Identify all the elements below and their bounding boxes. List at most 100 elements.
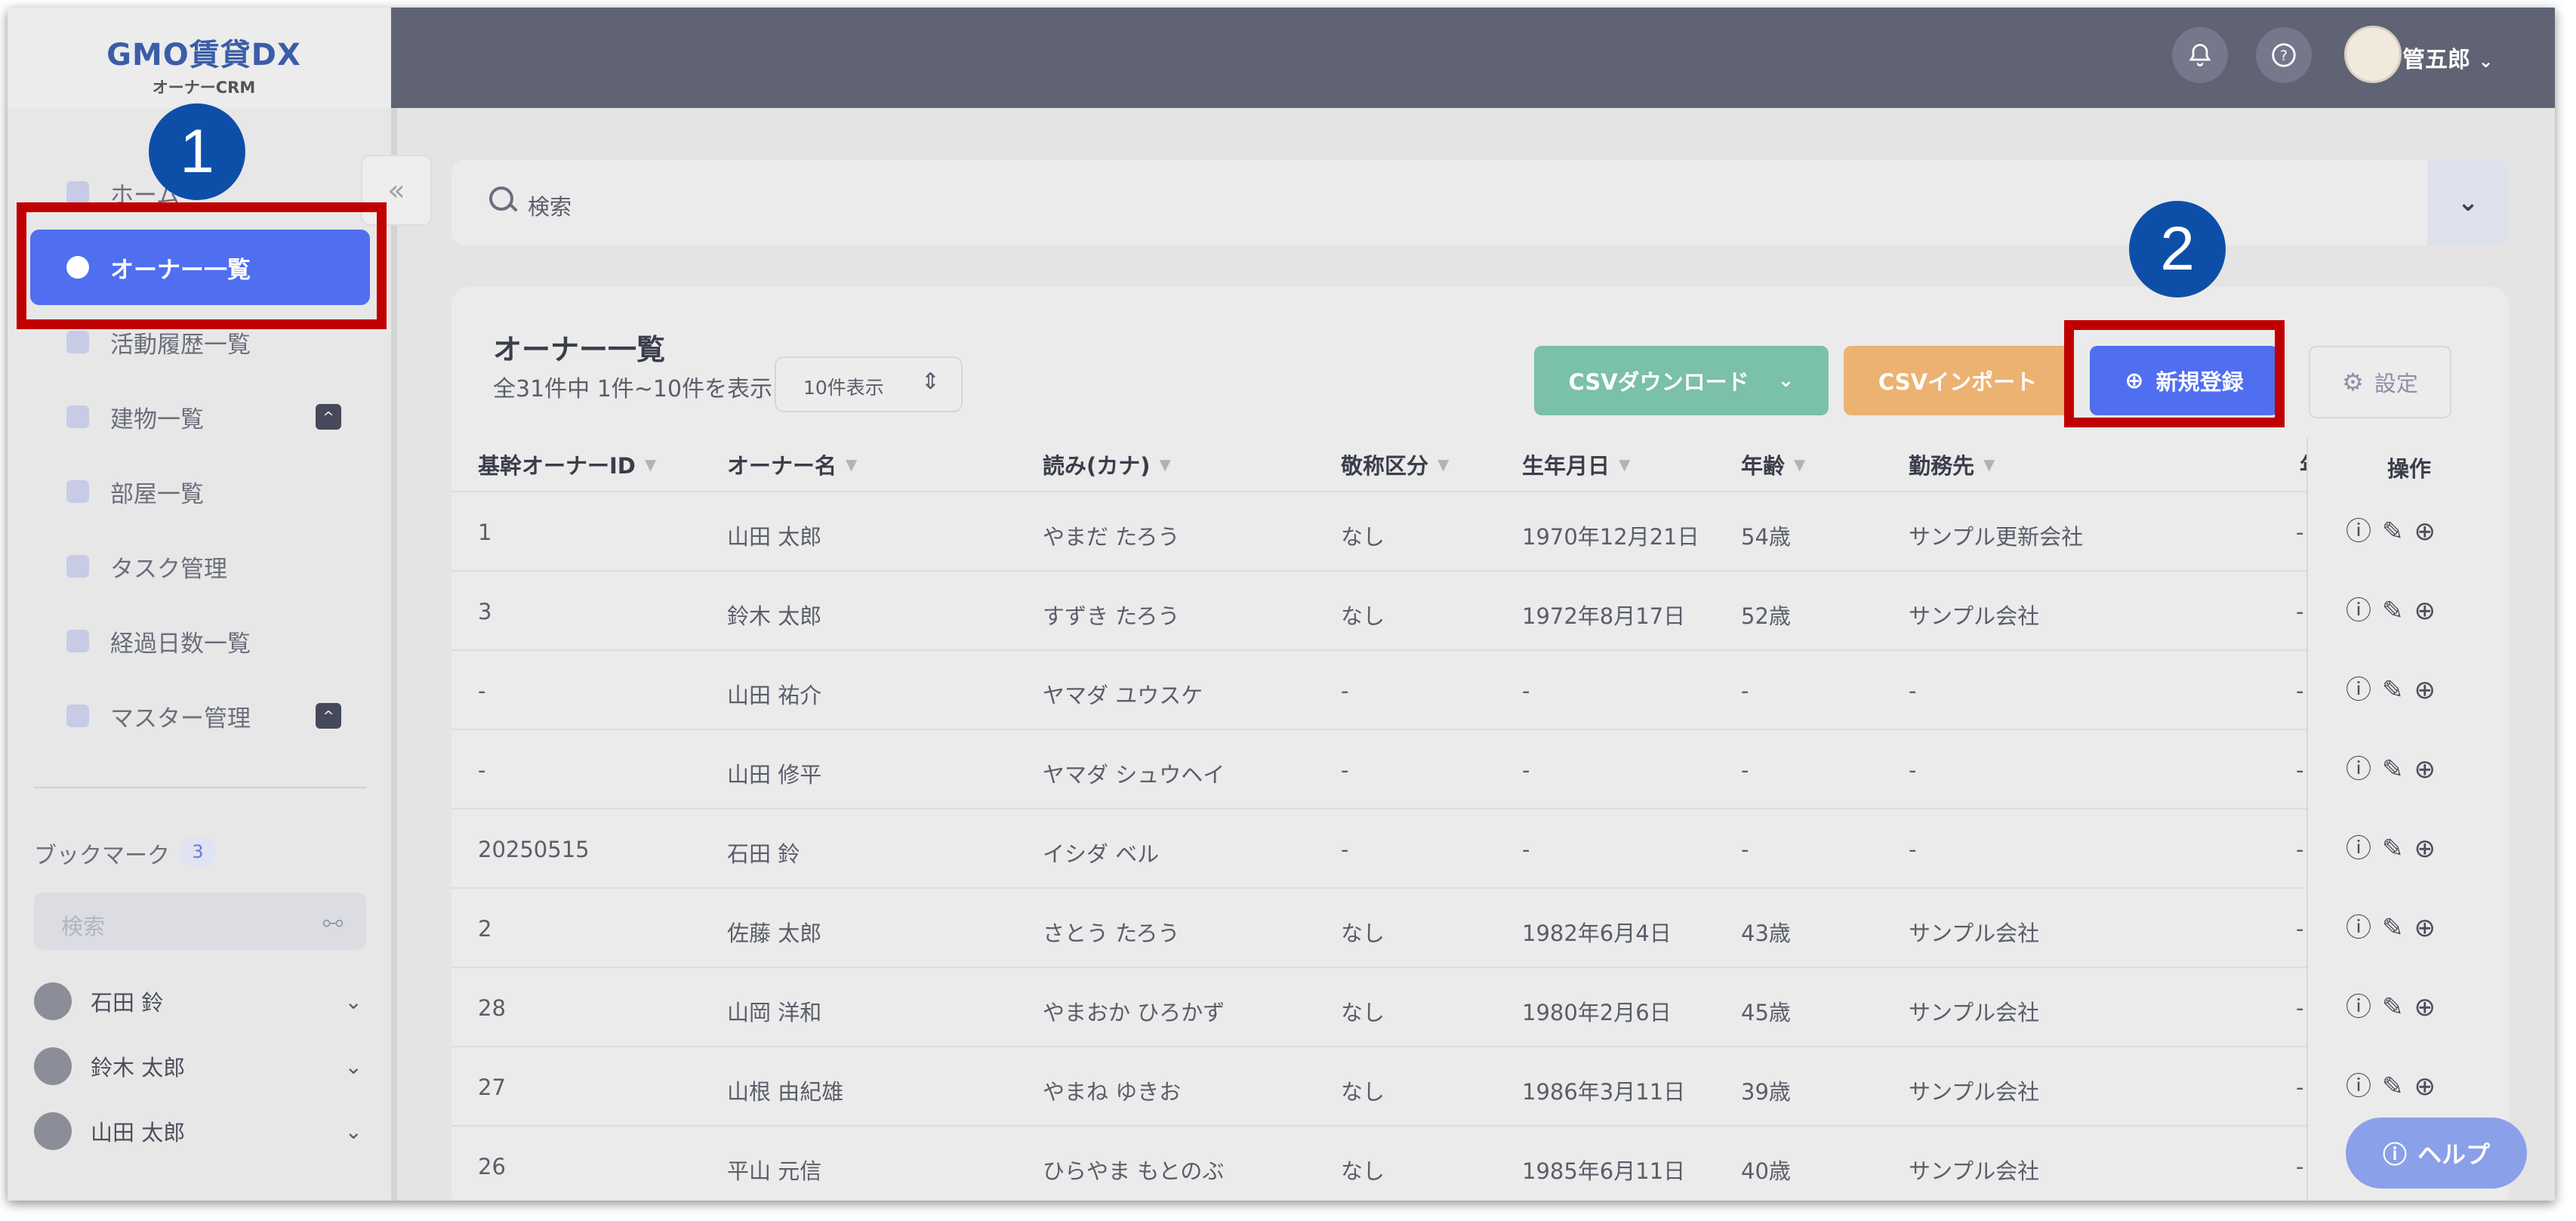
- edit-icon[interactable]: ✎: [2382, 992, 2414, 1022]
- plus-circle-icon[interactable]: ⊕: [2414, 834, 2447, 864]
- cell-age: 43歳: [1741, 920, 1791, 946]
- cell-birthdate: 1980年2月6日: [1522, 1000, 1672, 1025]
- table-row[interactable]: 20250515 石田 鈴 イシダ ベル - - - - -: [451, 808, 2509, 889]
- sort-caret-icon: ▼: [1159, 455, 1171, 473]
- edit-icon[interactable]: ✎: [2382, 913, 2414, 943]
- cell-honorific: -: [1341, 837, 1349, 862]
- notification-button[interactable]: [2172, 27, 2228, 83]
- bookmark-count-badge: 3: [180, 837, 216, 867]
- table-row[interactable]: 26 平山 元信 ひらやま もとのぶ なし 1985年6月11日 40歳 サンプ…: [451, 1125, 2509, 1201]
- csv-import-button[interactable]: CSVインポート: [1844, 346, 2072, 415]
- person-avatar-icon: [34, 1047, 72, 1085]
- cell-truncated: -: [2296, 995, 2304, 1021]
- callout-2: 2: [2129, 201, 2226, 298]
- table-row[interactable]: 2 佐藤 太郎 さとう たろう なし 1982年6月4日 43歳 サンプル会社 …: [451, 887, 2509, 968]
- expand-toggle-icon[interactable]: ^: [316, 404, 341, 430]
- row-actions[interactable]: ⓘ✎⊕: [2346, 748, 2446, 785]
- cell-kana: ヤマダ ユウスケ: [1043, 683, 1203, 708]
- info-icon[interactable]: ⓘ: [2346, 516, 2382, 547]
- plus-circle-icon[interactable]: ⊕: [2414, 596, 2447, 626]
- info-icon[interactable]: ⓘ: [2346, 596, 2382, 626]
- row-actions[interactable]: ⓘ✎⊕: [2346, 669, 2446, 706]
- sidebar-item-label: タスク管理: [110, 555, 227, 583]
- info-icon[interactable]: ⓘ: [2346, 834, 2382, 864]
- plus-circle-icon[interactable]: ⊕: [2414, 913, 2447, 943]
- cell-owner-id: 3: [478, 599, 492, 624]
- sidebar-item-master[interactable]: マスター管理 ^: [30, 678, 370, 754]
- chevron-down-icon[interactable]: ⌄: [345, 989, 362, 1014]
- column-header-workplace[interactable]: 勤務先 ▼: [1909, 438, 1995, 491]
- edit-icon[interactable]: ✎: [2382, 516, 2414, 547]
- column-header-owner-name[interactable]: オーナー名 ▼: [727, 438, 857, 491]
- edit-icon[interactable]: ✎: [2382, 675, 2414, 705]
- cell-birthdate: 1972年8月17日: [1522, 603, 1686, 629]
- page-size-select[interactable]: 10件表示 ⇕: [775, 356, 963, 412]
- bookmark-item[interactable]: 山田 太郎 ⌄: [34, 1108, 366, 1154]
- sidebar-item-buildings[interactable]: 建物一覧 ^: [30, 379, 370, 455]
- cell-birthdate: -: [1522, 837, 1530, 862]
- settings-button[interactable]: ⚙ 設定: [2309, 346, 2451, 418]
- column-header-honorific[interactable]: 敬称区分 ▼: [1341, 438, 1449, 491]
- table-row[interactable]: - 山田 修平 ヤマダ シュウヘイ - - - - -: [451, 729, 2509, 809]
- chevron-down-icon[interactable]: ⌄: [345, 1119, 362, 1144]
- table-row[interactable]: 27 山根 由紀雄 やまね ゆきお なし 1986年3月11日 39歳 サンプル…: [451, 1046, 2509, 1127]
- chevron-down-icon[interactable]: ⌄: [345, 1054, 362, 1079]
- table-row[interactable]: 28 山岡 洋和 やまおか ひろかず なし 1980年2月6日 45歳 サンプル…: [451, 967, 2509, 1047]
- table-row[interactable]: 3 鈴木 太郎 すずき たろう なし 1972年8月17日 52歳 サンプル会社…: [451, 570, 2509, 651]
- row-actions[interactable]: ⓘ✎⊕: [2346, 828, 2446, 865]
- sidebar-item-elapsed-days[interactable]: 経過日数一覧: [30, 603, 370, 679]
- plus-circle-icon[interactable]: ⊕: [2414, 1071, 2447, 1102]
- user-name: 管五郎: [2402, 47, 2470, 73]
- edit-icon[interactable]: ✎: [2382, 754, 2414, 785]
- plus-circle-icon[interactable]: ⊕: [2414, 516, 2447, 547]
- expand-toggle-icon[interactable]: ^: [316, 703, 341, 729]
- info-icon[interactable]: ⓘ: [2346, 754, 2382, 785]
- plus-circle-icon[interactable]: ⊕: [2414, 675, 2447, 705]
- sidebar-item-tasks[interactable]: タスク管理: [30, 529, 370, 604]
- user-avatar[interactable]: [2344, 26, 2402, 83]
- column-header-age[interactable]: 年齢 ▼: [1741, 438, 1805, 491]
- double-chevron-left-icon: «: [387, 174, 405, 207]
- plus-circle-icon[interactable]: ⊕: [2414, 754, 2447, 785]
- table-row[interactable]: 1 山田 太郎 やまだ たろう なし 1970年12月21日 54歳 サンプル更…: [451, 491, 2509, 572]
- edit-icon[interactable]: ✎: [2382, 834, 2414, 864]
- bookmark-item[interactable]: 石田 鈴 ⌄: [34, 979, 366, 1024]
- cell-workplace: サンプル更新会社: [1909, 524, 2084, 550]
- edit-icon[interactable]: ✎: [2382, 1071, 2414, 1102]
- chevron-down-icon: ⌄: [1777, 369, 1795, 392]
- cell-owner-name: 平山 元信: [727, 1158, 822, 1184]
- info-icon[interactable]: ⓘ: [2346, 675, 2382, 705]
- column-label: 勤務先: [1909, 453, 1975, 479]
- row-actions[interactable]: ⓘ✎⊕: [2346, 1065, 2446, 1102]
- column-header-owner-id[interactable]: 基幹オーナーID ▼: [478, 438, 656, 491]
- logo[interactable]: GMO賃貸DX オーナーCRM: [102, 30, 306, 98]
- column-header-birthdate[interactable]: 生年月日 ▼: [1522, 438, 1630, 491]
- user-menu[interactable]: 管五郎 ⌄: [2402, 41, 2494, 74]
- help-circle-icon: ⓘ: [2382, 1140, 2407, 1169]
- row-actions[interactable]: ⓘ✎⊕: [2346, 590, 2446, 627]
- info-icon[interactable]: ⓘ: [2346, 913, 2382, 943]
- csv-download-button[interactable]: CSVダウンロード ⌄: [1534, 346, 1829, 415]
- search-input[interactable]: 検索: [528, 190, 572, 221]
- cell-birthdate: -: [1522, 678, 1530, 704]
- plus-circle-icon[interactable]: ⊕: [2414, 992, 2447, 1022]
- filter-sliders-icon[interactable]: ⧟: [322, 909, 344, 935]
- bookmark-search-input[interactable]: 検索 ⧟: [34, 893, 366, 950]
- bookmark-item[interactable]: 鈴木 太郎 ⌄: [34, 1044, 366, 1089]
- sidebar-item-rooms[interactable]: 部屋一覧: [30, 454, 370, 529]
- search-icon: [489, 187, 513, 211]
- edit-icon[interactable]: ✎: [2382, 596, 2414, 626]
- row-actions[interactable]: ⓘ✎⊕: [2346, 986, 2446, 1023]
- info-icon[interactable]: ⓘ: [2346, 992, 2382, 1022]
- row-actions[interactable]: ⓘ✎⊕: [2346, 907, 2446, 944]
- row-actions[interactable]: ⓘ✎⊕: [2346, 510, 2446, 547]
- info-icon[interactable]: ⓘ: [2346, 1071, 2382, 1102]
- sidebar-item-label: マスター管理: [110, 705, 251, 732]
- cell-age: -: [1741, 837, 1749, 862]
- help-button[interactable]: ?: [2256, 27, 2312, 83]
- column-header-kana[interactable]: 読み(カナ) ▼: [1043, 438, 1171, 491]
- person-avatar-icon: [34, 1112, 72, 1150]
- table-row[interactable]: - 山田 祐介 ヤマダ ユウスケ - - - - -: [451, 649, 2509, 730]
- search-expand-button[interactable]: ⌄: [2427, 159, 2509, 245]
- help-floating-button[interactable]: ⓘ ヘルプ: [2346, 1118, 2527, 1189]
